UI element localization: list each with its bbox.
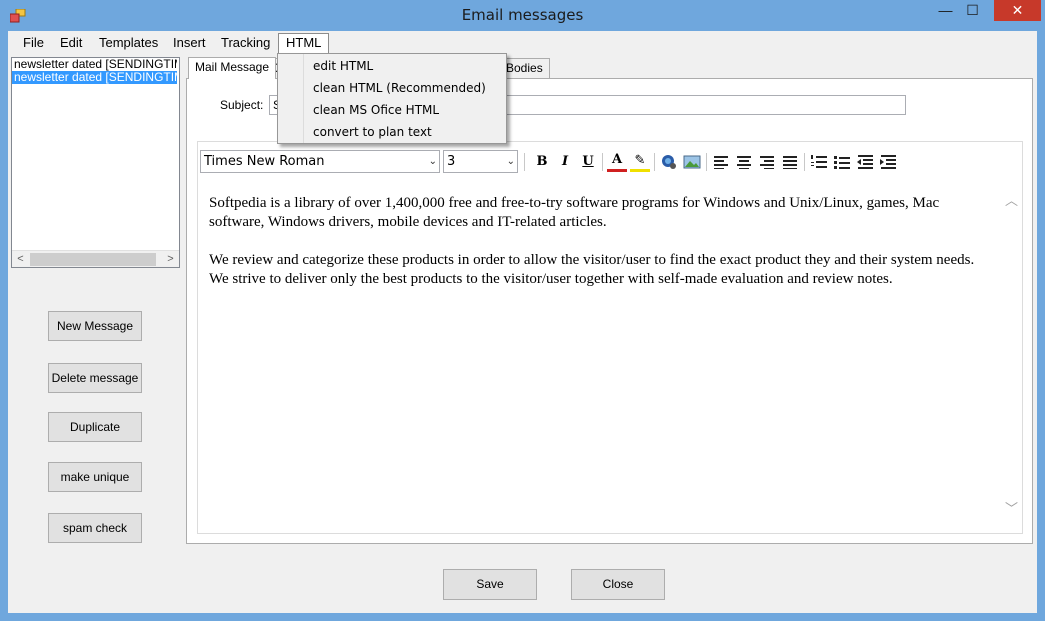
menu-tracking[interactable]: Tracking (214, 34, 277, 52)
horizontal-scrollbar[interactable]: < > (12, 250, 179, 267)
align-left-icon[interactable] (711, 152, 731, 172)
save-button[interactable]: Save (443, 569, 537, 600)
menu-templates[interactable]: Templates (92, 34, 165, 52)
menu-html[interactable]: HTML (278, 33, 330, 53)
duplicate-button[interactable]: Duplicate (48, 412, 142, 442)
indent-icon[interactable] (878, 152, 898, 172)
menu-file[interactable]: File (16, 34, 51, 52)
numbered-list-icon[interactable] (809, 152, 829, 172)
toolbar-separator (706, 153, 707, 171)
menu-item-clean-html[interactable]: clean HTML (Recommended) (280, 77, 504, 99)
toolbar-separator (654, 153, 655, 171)
scroll-up-icon[interactable]: ︿ (1003, 190, 1020, 209)
align-center-icon[interactable] (734, 152, 754, 172)
toolbar-separator (804, 153, 805, 171)
make-unique-button[interactable]: make unique (48, 462, 142, 492)
delete-message-button[interactable]: Delete message (48, 363, 142, 393)
list-item[interactable]: newsletter dated [SENDINGTIME] (12, 58, 177, 71)
menu-insert[interactable]: Insert (166, 34, 213, 52)
close-button[interactable]: Close (571, 569, 665, 600)
bullet-list-icon[interactable] (832, 152, 852, 172)
scroll-down-icon[interactable]: ﹀ (1003, 498, 1020, 517)
format-toolbar: Times New Roman ⌄ 3 ⌄ B I U A ✎ (198, 149, 902, 175)
title-bar[interactable]: Email messages — ☐ ✕ (0, 0, 1045, 32)
menu-item-clean-ms-office-html[interactable]: clean MS Ofice HTML (280, 99, 504, 121)
new-message-button[interactable]: New Message (48, 311, 142, 341)
subject-label: Subject: (220, 98, 264, 112)
maximize-button[interactable]: ☐ (959, 0, 986, 21)
font-size-value: 3 (447, 154, 456, 169)
scroll-left-icon[interactable]: < (12, 251, 29, 268)
close-window-button[interactable]: ✕ (994, 0, 1041, 21)
font-family-select[interactable]: Times New Roman ⌄ (200, 150, 440, 173)
link-icon[interactable] (659, 152, 679, 172)
toolbar-separator (524, 153, 525, 171)
align-right-icon[interactable] (757, 152, 777, 172)
scroll-right-icon[interactable]: > (162, 251, 179, 268)
window-title: Email messages (461, 6, 584, 24)
italic-icon[interactable]: I (555, 152, 575, 172)
highlight-icon[interactable]: ✎ (630, 152, 650, 172)
list-item-selected[interactable]: newsletter dated [SENDINGTIME] (12, 71, 177, 84)
client-area: File Edit Templates Insert Tracking HTML… (8, 31, 1037, 613)
image-icon[interactable] (682, 152, 702, 172)
body-paragraph: Softpedia is a library of over 1,400,000… (209, 195, 940, 230)
minimize-button[interactable]: — (932, 0, 959, 21)
font-size-select[interactable]: 3 ⌄ (443, 150, 518, 173)
chevron-down-icon[interactable]: ⌄ (429, 151, 437, 172)
font-color-icon[interactable]: A (607, 152, 627, 172)
chevron-down-icon[interactable]: ⌄ (507, 151, 515, 172)
menu-item-edit-html[interactable]: edit HTML (280, 55, 504, 77)
spam-check-button[interactable]: spam check (48, 513, 142, 543)
outdent-icon[interactable] (855, 152, 875, 172)
menu-item-convert-to-plain-text[interactable]: convert to plan text (280, 121, 504, 143)
menu-edit[interactable]: Edit (53, 34, 89, 52)
vertical-scrollbar[interactable]: ︿ ﹀ (1003, 178, 1020, 522)
bold-icon[interactable]: B (532, 152, 552, 172)
tab-mail-message[interactable]: Mail Message (188, 57, 277, 79)
message-list[interactable]: newsletter dated [SENDINGTIME] newslette… (11, 57, 180, 268)
body-paragraph: We review and categorize these products … (209, 252, 975, 287)
toolbar-separator (602, 153, 603, 171)
justify-icon[interactable] (780, 152, 800, 172)
menu-bar: File Edit Templates Insert Tracking HTML (8, 31, 1037, 53)
font-family-value: Times New Roman (204, 154, 325, 169)
html-menu-dropdown: edit HTML clean HTML (Recommended) clean… (277, 53, 507, 144)
app-window: Email messages — ☐ ✕ File Edit Templates… (0, 0, 1045, 621)
underline-icon[interactable]: U (578, 152, 598, 172)
scroll-thumb[interactable] (30, 253, 156, 266)
message-body-editor[interactable]: Softpedia is a library of over 1,400,000… (198, 178, 1004, 518)
